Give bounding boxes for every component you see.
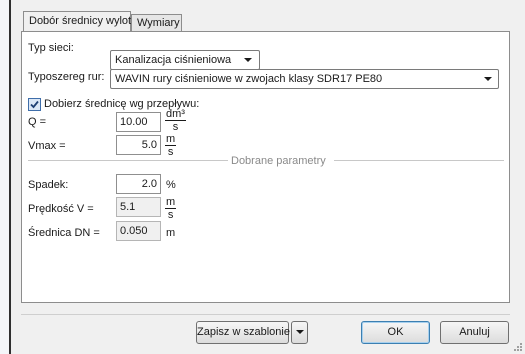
cancel-button[interactable]: Anuluj	[440, 321, 509, 344]
vmax-unit: m s	[165, 133, 177, 158]
q-input[interactable]: 10.00	[116, 112, 161, 132]
checkmark-icon	[30, 100, 39, 109]
q-unit: dm³ s	[165, 108, 186, 133]
save-template-button[interactable]: Zapisz w szablonie	[196, 321, 290, 344]
section-title: Dobrane parametry	[231, 155, 326, 167]
tab-dimensions[interactable]: Wymiary	[131, 14, 182, 31]
velocity-unit-denominator: s	[167, 209, 174, 221]
tab-diameter-selection[interactable]: Dobór średnicy wylotowej	[23, 11, 154, 31]
diameter-output: 0.050	[116, 221, 161, 241]
vmax-unit-numerator: m	[165, 133, 177, 146]
ok-label: OK	[387, 326, 404, 338]
flow-checkbox[interactable]	[28, 98, 41, 111]
chevron-down-icon	[244, 58, 252, 62]
network-type-label: Typ sieci:	[28, 42, 74, 54]
pipe-series-value: WAVIN rury ciśnieniowe w zwojach klasy S…	[115, 73, 383, 85]
q-label: Q =	[28, 116, 47, 128]
velocity-output: 5.1	[116, 197, 161, 217]
slope-label: Spadek:	[28, 179, 69, 191]
network-type-value: Kanalizacja ciśnieniowa	[115, 54, 232, 66]
vmax-input[interactable]: 5.0	[116, 135, 161, 155]
section-divider-left	[28, 160, 228, 161]
pipe-series-select[interactable]: WAVIN rury ciśnieniowe w zwojach klasy S…	[110, 69, 499, 89]
section-divider-right	[334, 160, 504, 161]
vmax-unit-denominator: s	[167, 146, 174, 158]
chevron-down-icon	[296, 330, 304, 334]
save-template-label: Zapisz w szablonie	[197, 326, 290, 338]
velocity-label: Prędkość V =	[28, 203, 94, 215]
velocity-unit-numerator: m	[165, 196, 177, 209]
q-unit-numerator: dm³	[165, 108, 186, 121]
diameter-label: Średnica DN =	[28, 227, 100, 239]
footer-divider	[21, 314, 510, 315]
cancel-label: Anuluj	[459, 326, 490, 338]
tab-dimensions-label: Wymiary	[137, 17, 180, 29]
pipe-series-label: Typoszereg rur:	[28, 71, 105, 83]
vmax-label: Vmax =	[28, 140, 66, 152]
slope-input[interactable]: 2.0	[116, 174, 161, 194]
resize-grip-icon[interactable]	[511, 340, 523, 352]
parent-window-edge	[0, 0, 11, 354]
chevron-down-icon	[484, 77, 492, 81]
velocity-unit: m s	[165, 196, 177, 221]
diameter-unit: m	[166, 227, 176, 239]
save-template-menu-button[interactable]	[291, 321, 308, 344]
q-unit-denominator: s	[172, 121, 179, 133]
network-type-select[interactable]: Kanalizacja ciśnieniowa	[110, 50, 260, 70]
slope-unit: %	[166, 179, 176, 191]
ok-button[interactable]: OK	[361, 321, 430, 344]
